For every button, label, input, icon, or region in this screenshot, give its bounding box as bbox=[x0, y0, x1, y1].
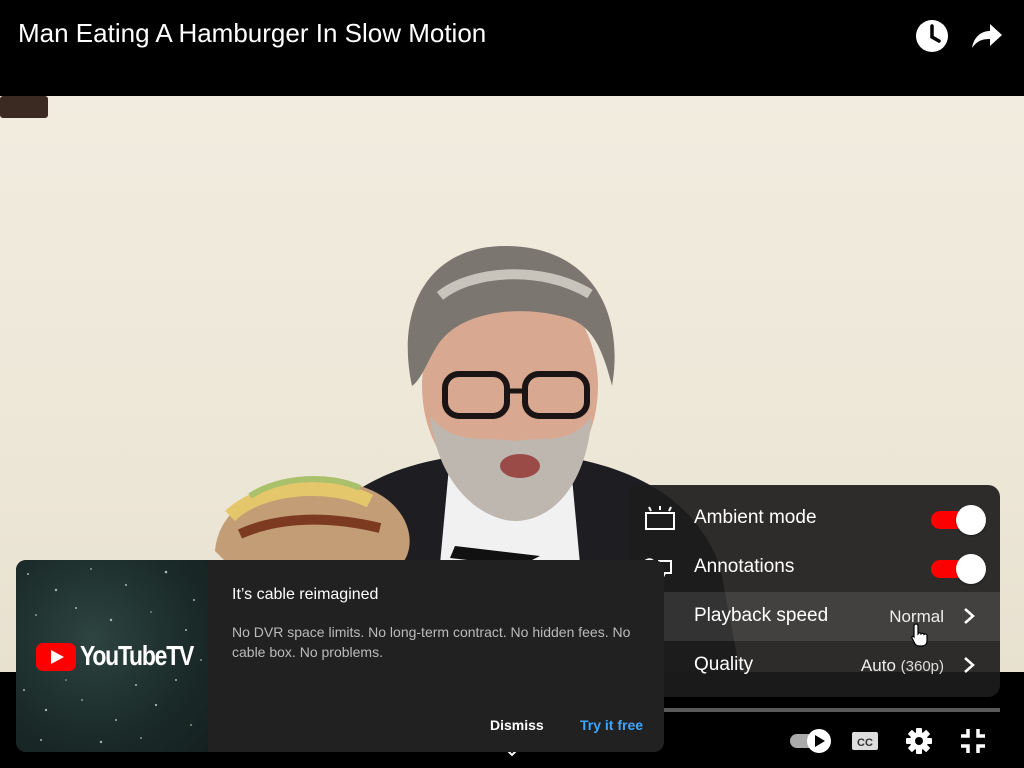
toggle-knob bbox=[956, 505, 986, 535]
promo-artwork: YouTubeTV bbox=[16, 560, 208, 752]
settings-menu: Ambient mode Annotations Playback speed … bbox=[629, 485, 1000, 697]
quality-value: Auto (360p) bbox=[861, 656, 944, 676]
dismiss-button[interactable]: Dismiss bbox=[490, 717, 544, 733]
settings-item-quality[interactable]: Quality Auto (360p) bbox=[629, 641, 1000, 690]
settings-item-label: Ambient mode bbox=[694, 507, 817, 528]
autoplay-toggle-icon[interactable] bbox=[788, 726, 832, 756]
progress-bar[interactable] bbox=[640, 708, 1000, 712]
clock-icon[interactable] bbox=[914, 18, 950, 54]
ambient-mode-toggle[interactable] bbox=[931, 505, 987, 535]
try-it-free-button[interactable]: Try it free bbox=[580, 717, 643, 733]
toggle-knob bbox=[956, 554, 986, 584]
youtube-play-icon bbox=[36, 643, 76, 671]
settings-gear-icon[interactable] bbox=[904, 726, 934, 756]
annotations-toggle[interactable] bbox=[931, 554, 987, 584]
promo-title: It’s cable reimagined bbox=[232, 586, 379, 603]
top-bar: Man Eating A Hamburger In Slow Motion bbox=[0, 0, 1024, 96]
hand-cursor-icon bbox=[911, 623, 928, 647]
share-arrow-icon[interactable] bbox=[968, 18, 1004, 54]
ambient-mode-icon bbox=[645, 506, 675, 530]
settings-item-label: Quality bbox=[694, 654, 754, 675]
settings-item-label: Annotations bbox=[694, 556, 795, 577]
exit-fullscreen-icon[interactable] bbox=[958, 726, 988, 756]
video-title: Man Eating A Hamburger In Slow Motion bbox=[18, 18, 487, 48]
chevron-right-icon bbox=[964, 608, 975, 624]
settings-item-playback-speed[interactable]: Playback speed Normal bbox=[629, 592, 1000, 641]
youtube-tv-logo-text: YouTubeTV bbox=[80, 640, 194, 671]
svg-text:CC: CC bbox=[857, 737, 873, 749]
closed-captions-icon[interactable]: CC bbox=[850, 726, 880, 756]
settings-item-ambient-mode[interactable]: Ambient mode bbox=[629, 494, 1000, 543]
chevron-right-icon bbox=[964, 657, 975, 673]
settings-item-label: Playback speed bbox=[694, 605, 829, 626]
youtube-tv-logo: YouTubeTV bbox=[36, 640, 208, 674]
quality-resolution: (360p) bbox=[900, 658, 944, 675]
youtube-tv-promo: YouTubeTV It’s cable reimagined No DVR s… bbox=[16, 560, 664, 752]
quality-mode: Auto bbox=[860, 656, 896, 675]
settings-item-annotations[interactable]: Annotations bbox=[629, 543, 1000, 592]
promo-body: No DVR space limits. No long-term contra… bbox=[232, 624, 631, 660]
